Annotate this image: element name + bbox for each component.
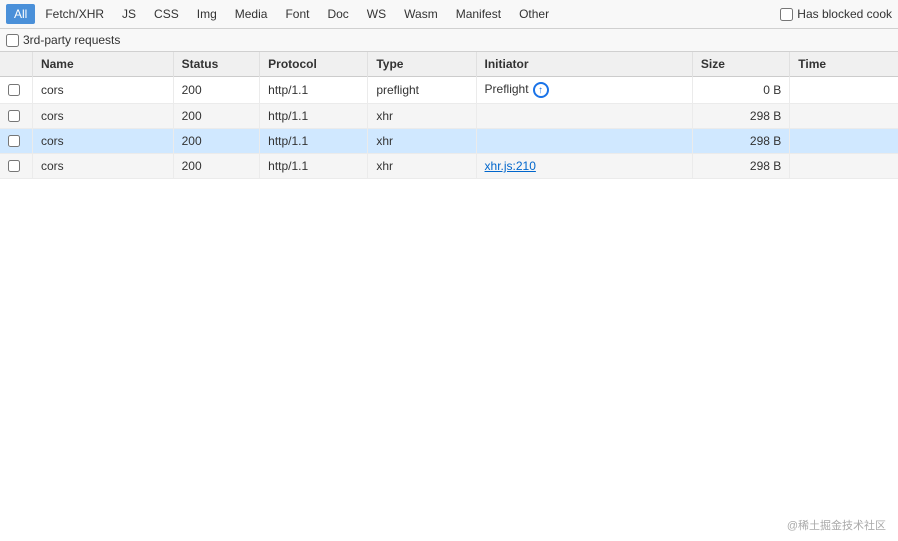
row-1-initiator (476, 104, 692, 129)
has-blocked-cookie-checkbox[interactable] (780, 8, 793, 21)
row-2-status: 200 (173, 129, 260, 154)
row-3-type: xhr (368, 154, 476, 179)
row-1-checkbox[interactable] (8, 110, 20, 122)
third-party-label: 3rd-party requests (23, 33, 120, 47)
row-0-checkbox[interactable] (8, 84, 20, 96)
tab-css[interactable]: CSS (146, 4, 187, 24)
th-initiator[interactable]: Initiator (476, 52, 692, 77)
table-row[interactable]: cors200http/1.1preflight Preflight ↑ 0 B (0, 77, 898, 104)
th-checkbox (0, 52, 32, 77)
row-3-initiator[interactable]: xhr.js:210 (476, 154, 692, 179)
row-0-initiator-text: Preflight (485, 82, 529, 96)
tab-fetch-xhr[interactable]: Fetch/XHR (37, 4, 112, 24)
row-2-time (790, 129, 898, 154)
tab-ws[interactable]: WS (359, 4, 394, 24)
tab-media[interactable]: Media (227, 4, 276, 24)
third-party-container: 3rd-party requests (6, 33, 120, 47)
th-time[interactable]: Time (790, 52, 898, 77)
row-3-size: 298 B (692, 154, 789, 179)
table-header: Name Status Protocol Type Initiator Size… (0, 52, 898, 77)
row-2-protocol: http/1.1 (260, 129, 368, 154)
row-0-status: 200 (173, 77, 260, 104)
row-3-name: cors (32, 154, 173, 179)
th-protocol[interactable]: Protocol (260, 52, 368, 77)
row-2-size: 298 B (692, 129, 789, 154)
row-0-protocol: http/1.1 (260, 77, 368, 104)
row-2-type: xhr (368, 129, 476, 154)
row-0-type: preflight (368, 77, 476, 104)
tab-row: AllFetch/XHRJSCSSImgMediaFontDocWSWasmMa… (0, 0, 898, 29)
third-party-checkbox[interactable] (6, 34, 19, 47)
row-1-status: 200 (173, 104, 260, 129)
row-2-initiator (476, 129, 692, 154)
th-type[interactable]: Type (368, 52, 476, 77)
tab-font[interactable]: Font (277, 4, 317, 24)
has-blocked-cookie-container: Has blocked cook (780, 7, 892, 21)
table-row[interactable]: cors200http/1.1xhr 298 B (0, 104, 898, 129)
tab-doc[interactable]: Doc (319, 4, 356, 24)
th-status[interactable]: Status (173, 52, 260, 77)
filter-bar: AllFetch/XHRJSCSSImgMediaFontDocWSWasmMa… (0, 0, 898, 52)
table-body: cors200http/1.1preflightPreflight↑0 Bcor… (0, 77, 898, 179)
has-blocked-cookie-label: Has blocked cook (797, 7, 892, 21)
row-1-size: 298 B (692, 104, 789, 129)
preflight-icon[interactable]: ↑ (533, 82, 549, 98)
row-0-size: 0 B (692, 77, 789, 104)
tab-js[interactable]: JS (114, 4, 144, 24)
row-3-time (790, 154, 898, 179)
tab-other[interactable]: Other (511, 4, 557, 24)
row-2-name: cors (32, 129, 173, 154)
row-1-protocol: http/1.1 (260, 104, 368, 129)
table-row[interactable]: cors200http/1.1xhr 298 B (0, 129, 898, 154)
row-1-time (790, 104, 898, 129)
row-3-protocol: http/1.1 (260, 154, 368, 179)
row-0-time (790, 77, 898, 104)
table-row[interactable]: cors200http/1.1xhr xhr.js:210 298 B (0, 154, 898, 179)
tab-img[interactable]: Img (189, 4, 225, 24)
row-3-initiator-link[interactable]: xhr.js:210 (485, 159, 536, 173)
th-name[interactable]: Name (32, 52, 173, 77)
tab-wasm[interactable]: Wasm (396, 4, 446, 24)
network-table: Name Status Protocol Type Initiator Size… (0, 52, 898, 179)
row-2-checkbox[interactable] (8, 135, 20, 147)
row-3-checkbox[interactable] (8, 160, 20, 172)
network-table-container: Name Status Protocol Type Initiator Size… (0, 52, 898, 533)
th-size[interactable]: Size (692, 52, 789, 77)
row-3-status: 200 (173, 154, 260, 179)
tab-all[interactable]: All (6, 4, 35, 24)
row-0-initiator: Preflight ↑ (476, 77, 692, 104)
row-0-name: cors (32, 77, 173, 104)
row-1-name: cors (32, 104, 173, 129)
third-party-row: 3rd-party requests (0, 29, 898, 52)
tab-manifest[interactable]: Manifest (448, 4, 509, 24)
row-1-type: xhr (368, 104, 476, 129)
watermark: @稀土掘金技术社区 (787, 517, 886, 533)
